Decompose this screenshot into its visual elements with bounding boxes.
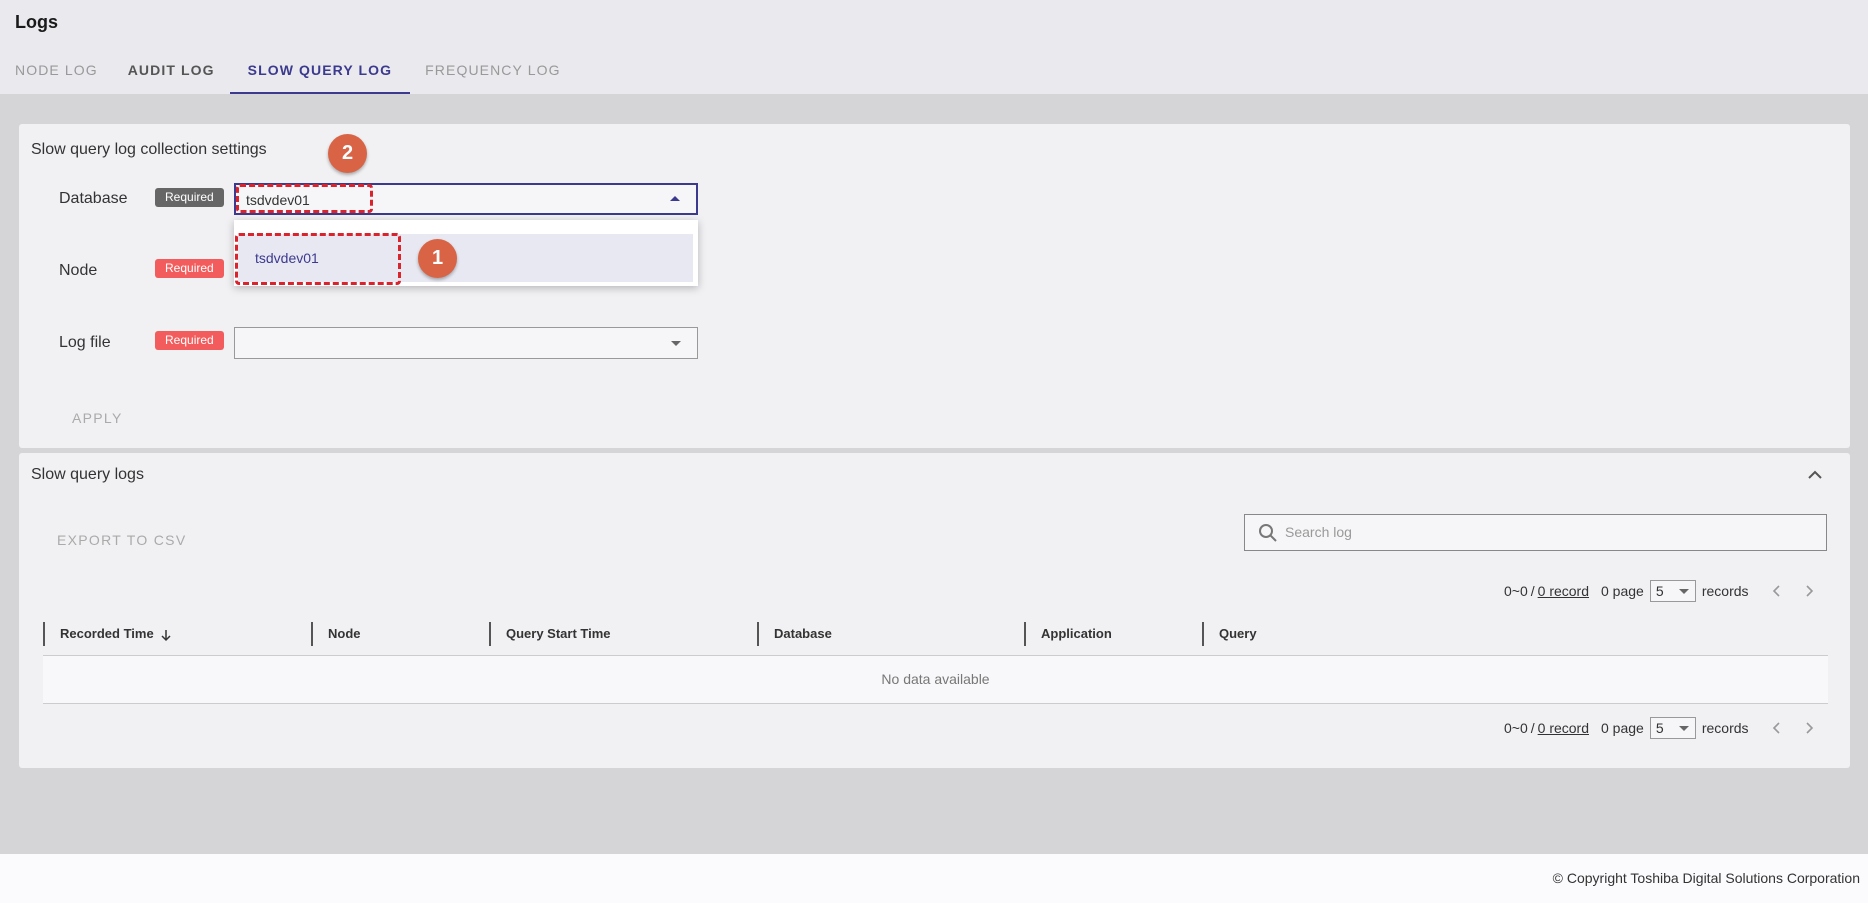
column-database[interactable]: Database [757,622,832,646]
tab-audit-log[interactable]: AUDIT LOG [113,52,230,94]
top-bar: Logs NODE LOG AUDIT LOG SLOW QUERY LOG F… [0,0,1868,94]
page-size-value: 5 [1655,583,1664,599]
chevron-up-icon [670,196,680,201]
tab-frequency-log[interactable]: FREQUENCY LOG [410,52,575,94]
highlight-box-option [235,233,401,285]
page-size-select[interactable]: 5 [1649,717,1696,739]
database-label: Database [59,190,128,207]
pager-slash: / [1530,583,1535,599]
record-count-link[interactable]: 0 record [1538,720,1589,736]
pager-range: 0~0 [1504,583,1528,599]
chevron-down-icon [1678,589,1689,594]
log-tabs: NODE LOG AUDIT LOG SLOW QUERY LOG FREQUE… [0,52,576,94]
column-query[interactable]: Query [1202,622,1257,646]
page-size-select[interactable]: 5 [1649,580,1696,602]
tab-node-log[interactable]: NODE LOG [0,52,113,94]
page-size-value: 5 [1655,720,1664,736]
log-file-label: Log file [59,334,111,351]
chevron-left-icon[interactable] [1771,584,1783,598]
page-info: 0 page [1601,583,1644,599]
column-recorded-time[interactable]: Recorded Time [43,622,173,646]
export-csv-button[interactable]: EXPORT TO CSV [57,532,186,548]
settings-card: Slow query log collection settings Datab… [19,124,1850,448]
table-header: Recorded Time Node Query Start Time Data… [43,622,1828,656]
pager-range: 0~0 [1504,720,1528,736]
pager-top: 0~0 / 0 record 0 page 5 records [1504,579,1815,603]
pager-slash: / [1530,720,1535,736]
footer: © Copyright Toshiba Digital Solutions Co… [0,854,1868,903]
chevron-up-icon[interactable] [1806,468,1824,482]
step-marker-2: 2 [328,134,367,173]
column-application[interactable]: Application [1024,622,1112,646]
arrow-down-icon[interactable] [159,628,173,642]
chevron-left-icon[interactable] [1771,721,1783,735]
node-required-badge: Required [155,259,224,278]
log-file-select[interactable] [234,327,698,359]
search-placeholder: Search log [1285,524,1352,540]
page-title: Logs [15,12,58,32]
apply-button[interactable]: APPLY [72,410,123,426]
copyright-text: © Copyright Toshiba Digital Solutions Co… [1552,870,1860,886]
chevron-right-icon[interactable] [1803,584,1815,598]
column-node[interactable]: Node [311,622,361,646]
page-info: 0 page [1601,720,1644,736]
records-label: records [1701,720,1749,736]
highlight-box-selected-value [236,184,373,213]
empty-table-message: No data available [43,656,1828,704]
search-input[interactable]: Search log [1244,514,1827,551]
chevron-right-icon[interactable] [1803,721,1815,735]
column-label: Recorded Time [60,626,154,641]
search-icon [1259,524,1277,542]
chevron-down-icon [1678,726,1689,731]
logs-title: Slow query logs [31,466,144,483]
pager-bottom: 0~0 / 0 record 0 page 5 records [1504,716,1815,740]
tab-slow-query-log[interactable]: SLOW QUERY LOG [229,52,411,94]
chevron-down-icon [671,341,681,346]
column-query-start-time[interactable]: Query Start Time [489,622,611,646]
log-file-required-badge: Required [155,331,224,350]
record-count-link[interactable]: 0 record [1538,583,1589,599]
database-required-badge: Required [155,188,224,207]
settings-title: Slow query log collection settings [31,141,267,158]
records-label: records [1701,583,1749,599]
step-marker-1: 1 [418,239,457,278]
node-label: Node [59,262,98,279]
